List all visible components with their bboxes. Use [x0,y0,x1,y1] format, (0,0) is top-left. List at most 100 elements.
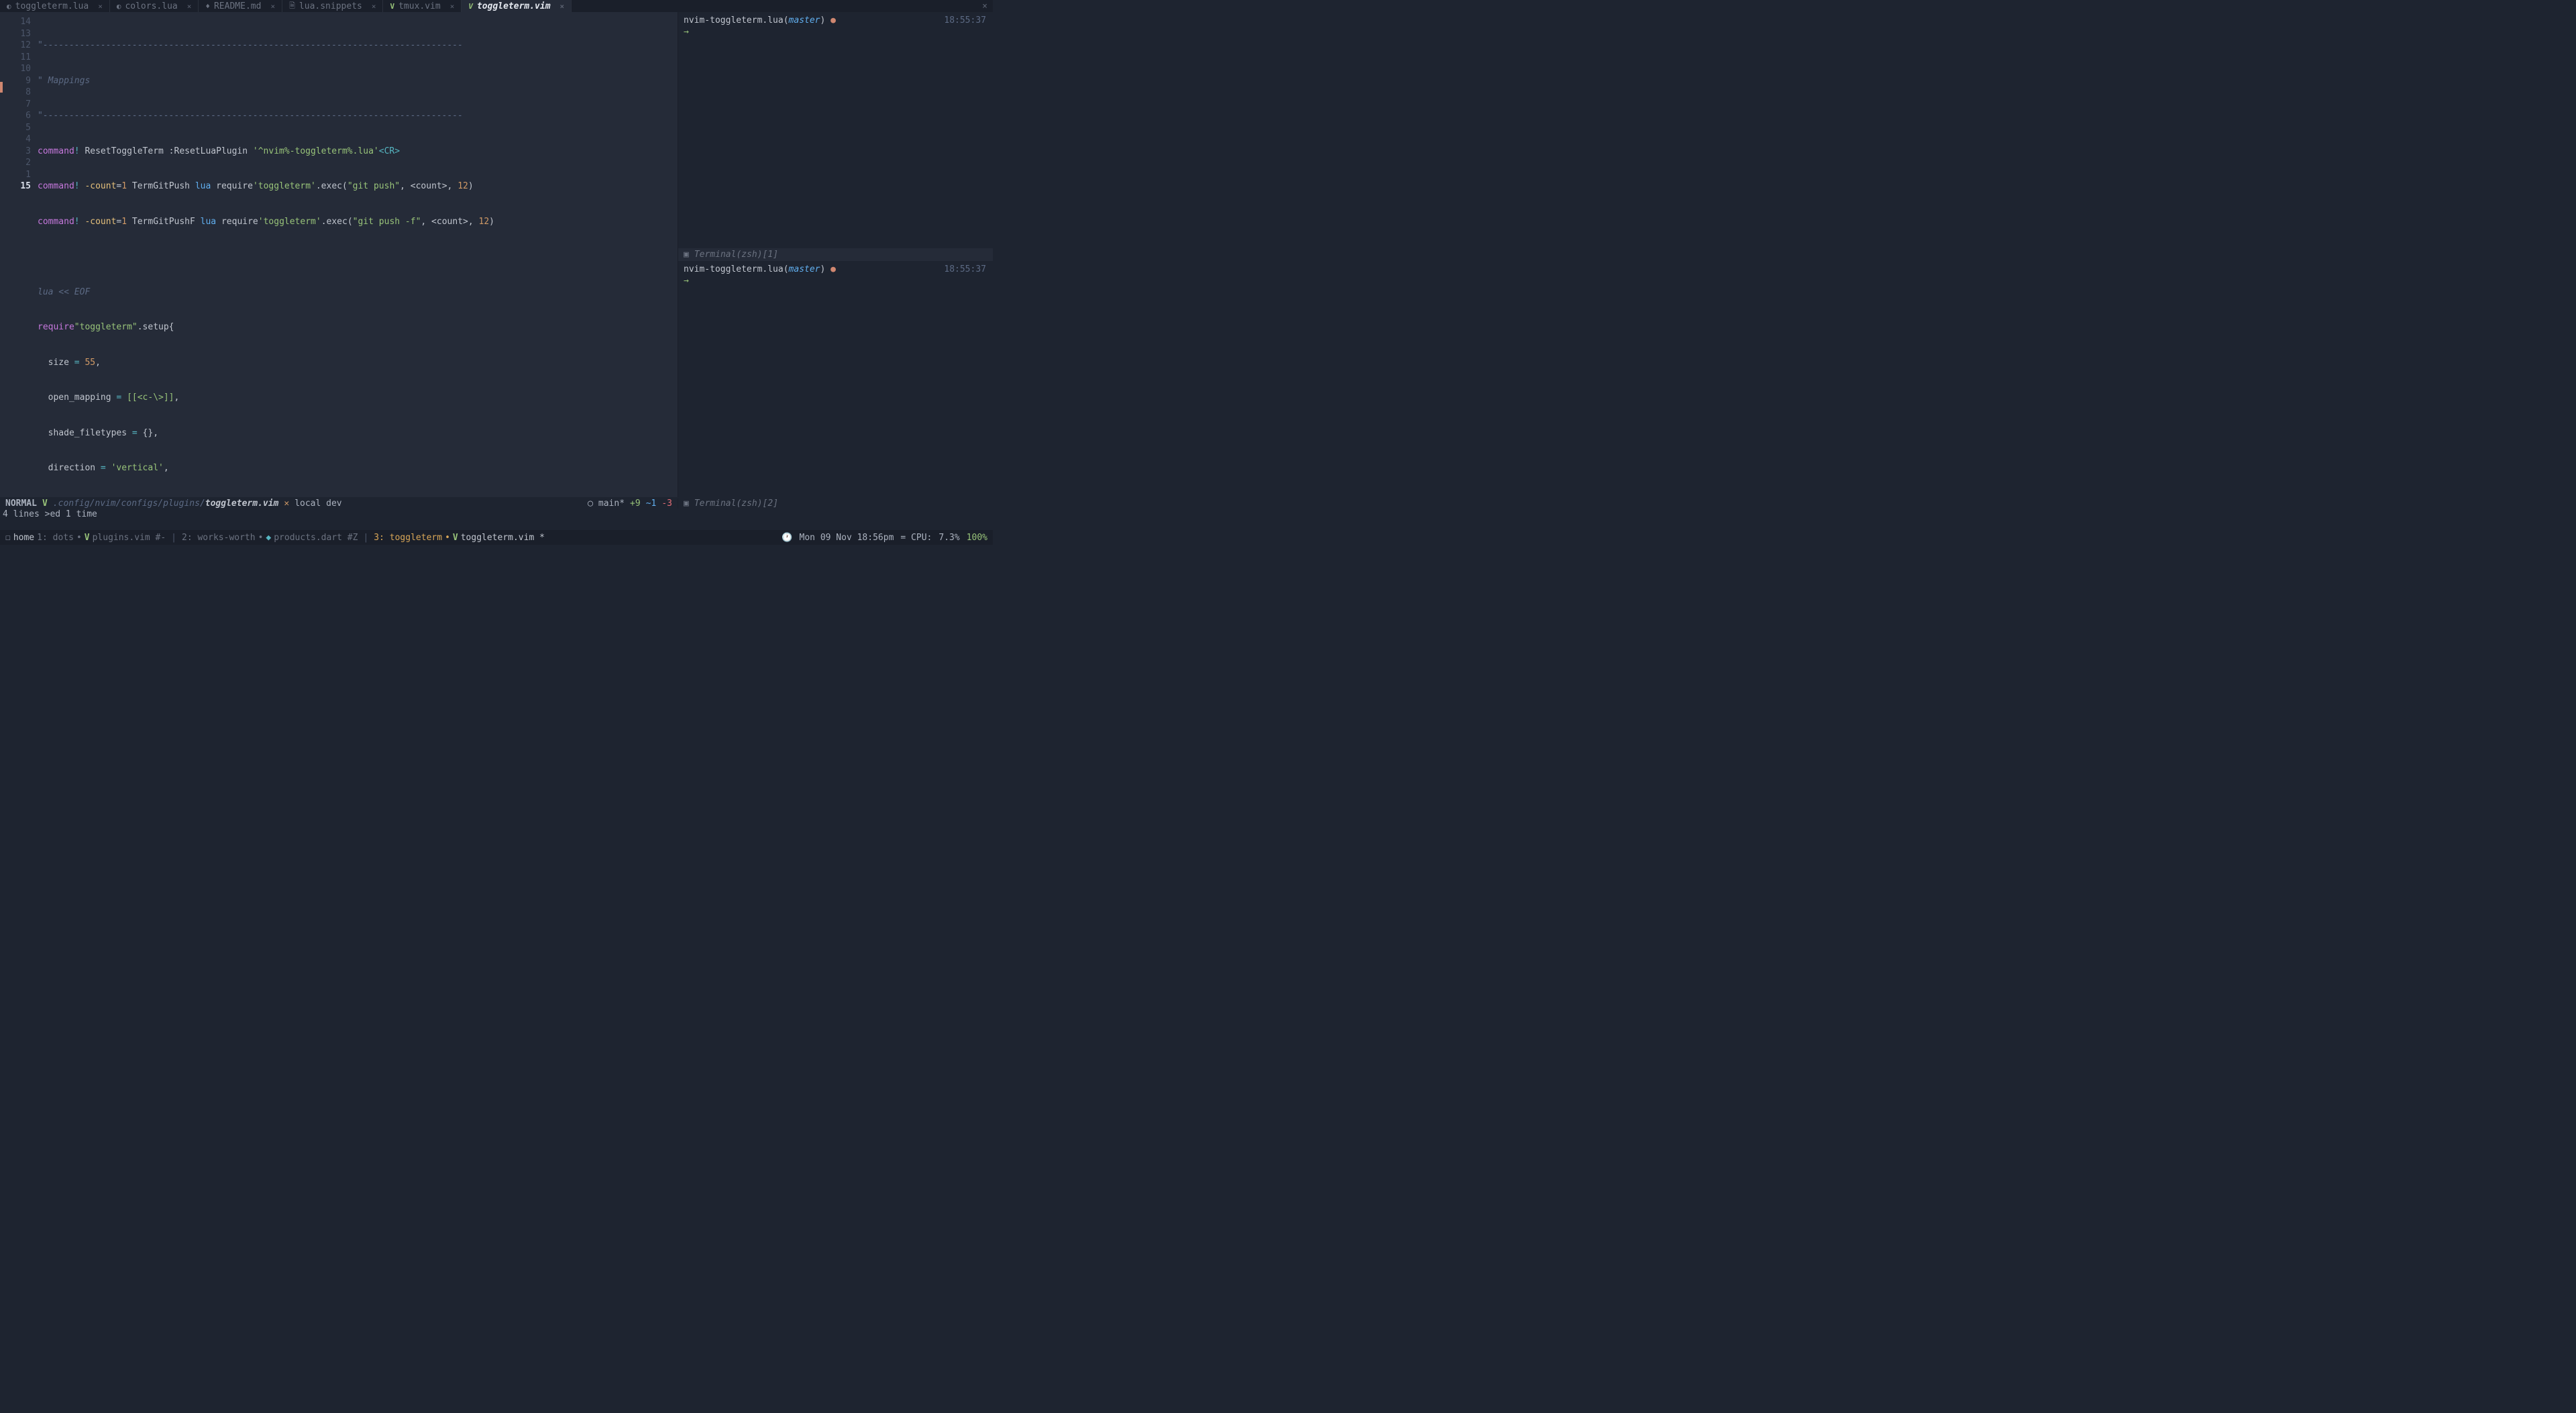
markdown-icon: ♦ [205,2,210,11]
terminal-pane-2[interactable]: nvim-toggleterm.lua(master) ● 18:55:37 → [678,261,993,497]
code-text: "---------------------------------------… [38,111,463,121]
tab-lua-snippets[interactable]: 🗎 lua.snippets × [282,0,383,12]
git-branch: main* [598,499,625,509]
close-icon[interactable]: × [270,2,275,11]
lua-icon: ◐ [7,2,11,11]
message-line: 4 lines >ed 1 time [0,509,993,521]
code-text: , <count>, [421,217,478,227]
code-text: ! [74,181,80,191]
terminal-branch: master [789,15,820,25]
editor-pane[interactable]: 14 13 12 11 10 9 8 7 6 5 4 3 2 1 15 "---… [0,12,678,497]
current-line-number: 15 [4,180,31,193]
code-text: "git push -f" [353,217,421,227]
file-name: toggleterm.vim [205,499,279,509]
code-text: 55 [85,358,95,368]
code-text: = [116,392,127,403]
tab-colors-lua[interactable]: ◐ colors.lua × [110,0,199,12]
code-text: "toggleterm" [74,322,138,332]
code-text: require [38,322,74,332]
window-file: products.dart #Z [274,533,358,543]
terminal-cwd: nvim-toggleterm.lua [684,264,784,274]
line-number: 13 [4,28,31,40]
code-text: ResetToggleTerm :ResetLuaPlugin [80,146,253,156]
code-text: = [74,358,85,368]
window-name: works-worth [197,533,255,543]
code-text: [[<c-\>]] [127,392,174,403]
code-text: command [38,146,74,156]
dot-icon: • [445,533,450,543]
code-text: require [216,217,258,227]
dot-icon: • [258,533,264,543]
code-text: " Mappings [38,76,90,86]
code-text: -count [80,181,117,191]
tab-label: README.md [214,1,261,11]
tab-readme-md[interactable]: ♦ README.md × [199,0,282,12]
line-number: 2 [4,157,31,169]
statusline: NORMAL V .config/nvim/configs/plugins/to… [0,497,993,509]
cpu-label: = CPU: [900,533,932,543]
code-text: 1 [121,217,127,227]
prompt-arrow-icon: → [684,27,689,37]
tab-toggleterm-vim[interactable]: V toggleterm.vim × [462,0,572,12]
vim-icon: V [468,2,473,11]
window-file: plugins.vim #- [93,533,166,543]
tmux-statusbar: ◻ home 1: dots • V plugins.vim #- | 2: w… [0,530,993,545]
close-icon[interactable]: × [372,2,376,11]
code-text: "---------------------------------------… [38,40,463,50]
code-text: , <count>, [400,181,458,191]
code-text: 12 [479,217,490,227]
dirty-indicator-icon: ● [830,15,836,25]
code-text: "git push" [347,181,400,191]
terminal-pane-1[interactable]: nvim-toggleterm.lua(master) ● 18:55:37 → [678,12,993,248]
tab-toggleterm-lua[interactable]: ◐ toggleterm.lua × [0,0,110,12]
close-icon[interactable]: × [187,2,192,11]
separator: | [363,533,368,543]
terminal-branch: master [789,264,820,274]
tab-bar: ◐ toggleterm.lua × ◐ colors.lua × ♦ READ… [0,0,993,12]
close-icon[interactable]: × [98,2,103,11]
code-text: 12 [458,181,468,191]
line-number: 7 [4,99,31,111]
line-number: 6 [4,110,31,122]
line-number: 12 [4,40,31,52]
tmux-session-name[interactable]: home [13,533,34,543]
tab-tmux-vim[interactable]: V tmux.vim × [383,0,462,12]
code-text: 'toggleterm' [253,181,316,191]
terminal-time: 18:55:37 [944,264,986,275]
git-deletions: -3 [661,499,672,509]
tab-label: toggleterm.lua [15,1,89,11]
code-text: .exec( [316,181,347,191]
tmux-window-3[interactable]: 3: toggleterm [374,533,442,543]
github-icon: ◯ [588,499,593,509]
tmux-window-2[interactable]: 2: works-worth [182,533,256,543]
change-indicator [0,82,3,93]
tmux-window-1[interactable]: 1: dots [37,533,74,543]
line-number: 10 [4,63,31,75]
code-text: = [132,428,143,438]
close-icon[interactable]: × [450,2,455,11]
terminal-title-text: Terminal(zsh)[2] [694,499,778,509]
session-icon: ◻ [5,533,11,543]
terminal-cwd: nvim-toggleterm.lua [684,15,784,25]
code-text: TermGitPush [127,181,195,191]
window-index: 2: [182,533,193,543]
code-text: -count [80,217,117,227]
line-number-gutter: 14 13 12 11 10 9 8 7 6 5 4 3 2 1 15 [4,12,38,497]
vim-mode: NORMAL [5,499,37,509]
terminal-title-text: Terminal(zsh)[1] [694,250,778,260]
window-name: dots [53,533,74,543]
code-text: .exec( [321,217,353,227]
close-all-icon[interactable]: × [982,1,993,11]
window-file: toggleterm.vim * [461,533,545,543]
line-number: 14 [4,16,31,28]
window-index: 3: [374,533,384,543]
close-icon[interactable]: × [560,2,565,11]
line-number: 3 [4,146,31,158]
code-area[interactable]: "---------------------------------------… [38,12,678,497]
window-index: 1: [37,533,48,543]
dot-icon: • [76,533,82,543]
terminal-split: nvim-toggleterm.lua(master) ● 18:55:37 →… [678,12,993,497]
code-text: require [211,181,253,191]
line-number: 4 [4,134,31,146]
file-path: .config/nvim/configs/plugins/ [53,499,205,509]
